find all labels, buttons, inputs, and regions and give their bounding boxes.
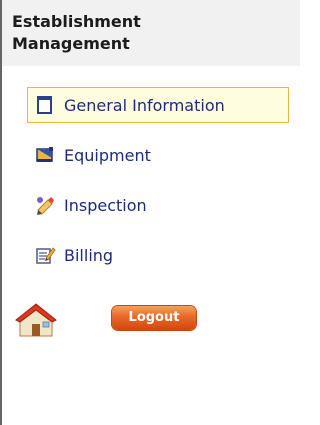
nav-item-general-information[interactable]: General Information: [27, 87, 289, 123]
document-icon: [37, 96, 52, 114]
inspection-icon: [37, 197, 54, 215]
nav-item-label: Billing: [64, 245, 114, 265]
nav-item-billing[interactable]: Billing: [27, 237, 289, 273]
panel-header: Establishment Management: [2, 0, 300, 66]
billing-icon: [36, 247, 56, 264]
panel-title-line-2: Management: [12, 34, 130, 53]
logout-button[interactable]: Logout: [112, 306, 196, 330]
nav-item-equipment[interactable]: Equipment: [27, 137, 289, 173]
equipment-icon: [36, 147, 53, 162]
panel-title: Establishment Management: [12, 11, 272, 55]
home-icon[interactable]: [14, 300, 58, 338]
nav-item-label: General Information: [64, 95, 225, 115]
panel-title-line-1: Establishment: [12, 12, 141, 31]
nav-item-label: Inspection: [64, 195, 147, 215]
nav-item-inspection[interactable]: Inspection: [27, 187, 289, 223]
nav-item-label: Equipment: [64, 145, 151, 165]
establishment-panel: Establishment Management General Informa…: [0, 0, 300, 425]
